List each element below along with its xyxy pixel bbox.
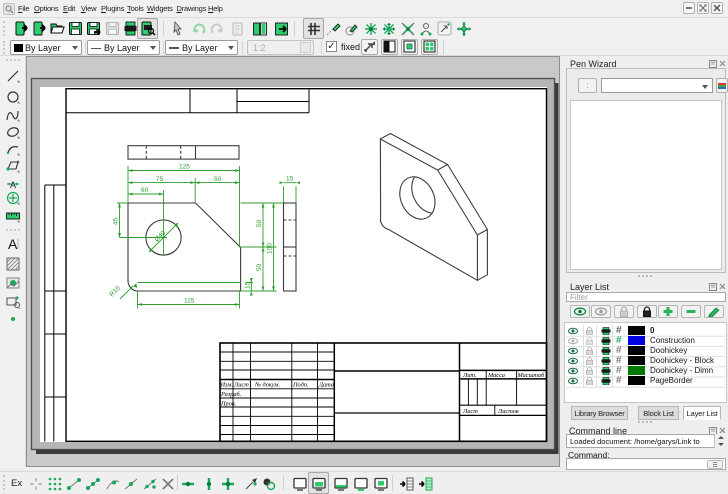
svg-text:15: 15 xyxy=(244,281,251,289)
svg-text:Дата: Дата xyxy=(318,382,334,389)
svg-text:45: 45 xyxy=(113,217,120,225)
svg-text:125: 125 xyxy=(179,164,190,171)
svg-text:15: 15 xyxy=(286,176,294,183)
svg-text:Листов: Листов xyxy=(497,408,519,415)
svg-text:50: 50 xyxy=(256,219,263,227)
svg-text:50: 50 xyxy=(214,176,222,183)
svg-text:115: 115 xyxy=(184,298,195,305)
svg-text:Лист: Лист xyxy=(462,408,478,415)
svg-text:75: 75 xyxy=(156,176,164,183)
svg-text:Пров.: Пров. xyxy=(220,400,236,407)
svg-text:Подп.: Подп. xyxy=(292,382,309,389)
svg-text:Изм.: Изм. xyxy=(220,382,233,389)
svg-text:Лит.: Лит. xyxy=(462,372,477,379)
svg-text:№ докум.: № докум. xyxy=(254,382,280,389)
svg-text:Лист: Лист xyxy=(233,382,249,389)
svg-text:Разраб.: Разраб. xyxy=(220,391,241,398)
svg-text:Масса: Масса xyxy=(487,372,505,379)
svg-text:50: 50 xyxy=(256,263,263,271)
svg-text:100: 100 xyxy=(267,243,274,254)
svg-text:60: 60 xyxy=(141,187,149,194)
svg-text:Масштаб: Масштаб xyxy=(517,372,546,379)
